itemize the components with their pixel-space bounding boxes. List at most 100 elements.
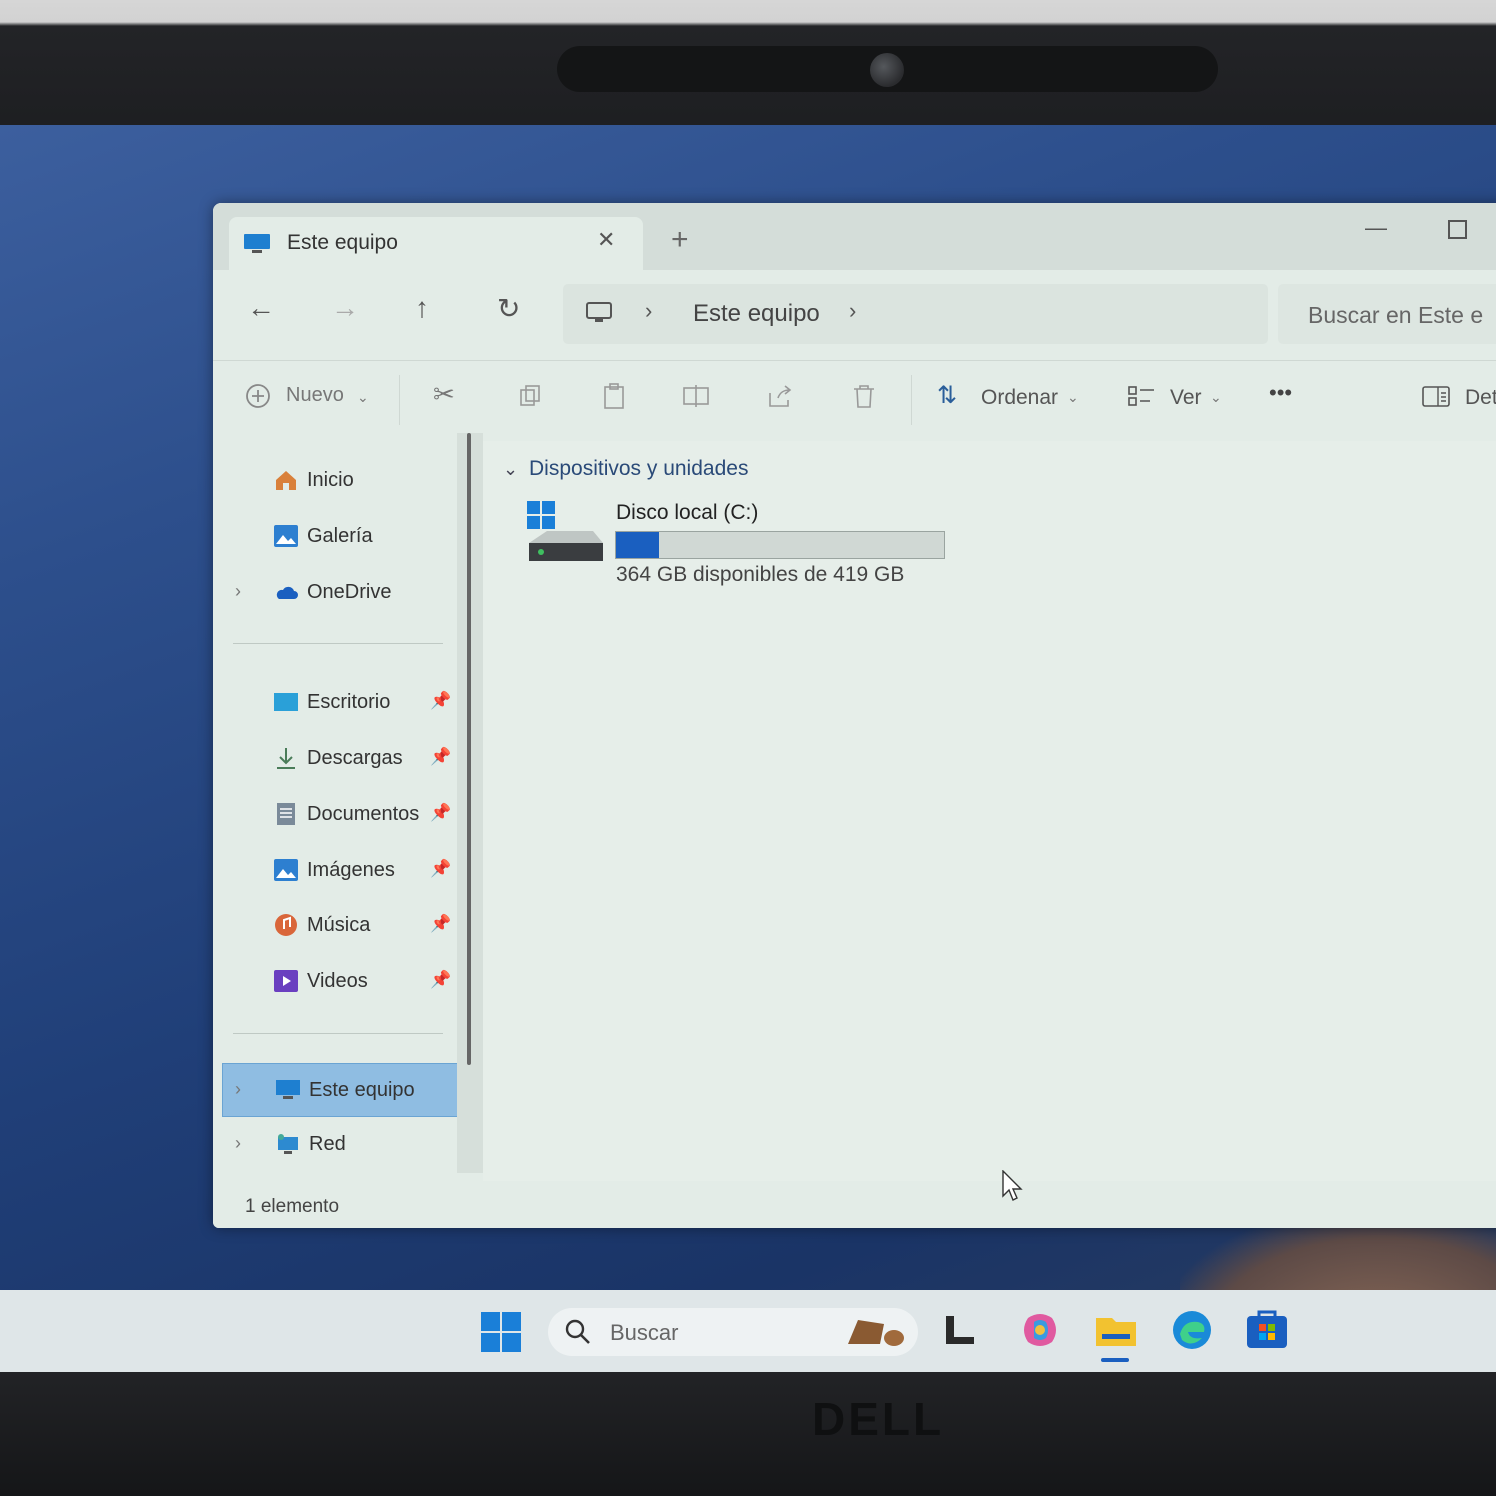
pin-icon[interactable]: 📌 (430, 914, 451, 934)
pin-icon[interactable]: 📌 (430, 803, 451, 823)
pictures-icon (274, 859, 298, 881)
pin-icon[interactable]: 📌 (430, 747, 451, 767)
computer-outline-icon (586, 302, 612, 322)
refresh-icon[interactable]: ↻ (497, 292, 520, 325)
download-icon (277, 748, 295, 769)
desktop-screen: Este equipo ✕ + — ← → ↑ ↻ › Este equipo … (0, 125, 1496, 1372)
file-explorer-icon[interactable] (1094, 1308, 1138, 1352)
navigation-bar: ← → ↑ ↻ › Este equipo › Buscar en Este e (213, 270, 1496, 360)
sidebar-item-label: Música (307, 913, 371, 936)
command-bar: Nuevo ⌄ ✂ ⇅ Ordenar ⌄ Ver ⌄ ••• Det (213, 360, 1496, 442)
sidebar-item-label: Escritorio (307, 690, 391, 713)
item-count: 1 elemento (245, 1196, 340, 1217)
breadcrumb-chevron-icon[interactable]: › (645, 298, 652, 324)
drive-usage-bar (615, 531, 945, 559)
share-icon[interactable] (765, 381, 795, 411)
delete-icon[interactable] (849, 381, 879, 411)
microsoft-store-icon[interactable] (1245, 1308, 1289, 1352)
sidebar-item-inicio[interactable]: Inicio (273, 457, 354, 503)
pin-icon[interactable]: 📌 (430, 691, 451, 711)
sidebar-item-galeria[interactable]: Galería (273, 513, 373, 559)
tab-este-equipo[interactable]: Este equipo ✕ (229, 217, 643, 272)
file-view: ⌄ Dispositivos y unidades Disco local (C… (483, 441, 1496, 1181)
search-input[interactable]: Buscar en Este e (1278, 284, 1496, 344)
sidebar-item-label: Videos (307, 969, 368, 992)
taskbar: Buscar (0, 1290, 1496, 1372)
network-icon (278, 1134, 298, 1154)
taskbar-search-input[interactable]: Buscar (548, 1308, 918, 1356)
view-icon (1128, 386, 1154, 406)
title-bar: Este equipo ✕ + — (213, 203, 1496, 272)
sidebar-item-label: OneDrive (307, 580, 392, 603)
breadcrumb[interactable]: Este equipo (693, 300, 820, 328)
sidebar-item-musica[interactable]: Música (273, 902, 370, 948)
windows-start-icon[interactable] (481, 1312, 521, 1352)
search-placeholder: Buscar en Este e (1308, 302, 1484, 328)
expand-chevron-icon[interactable]: › (235, 581, 241, 602)
drive-name[interactable]: Disco local (C:) (616, 501, 758, 525)
details-button[interactable]: Det (1465, 386, 1496, 410)
address-bar[interactable]: › Este equipo › (563, 284, 1268, 344)
mouse-cursor-icon (1002, 1170, 1023, 1201)
back-icon[interactable]: ← (247, 292, 275, 324)
pin-icon[interactable]: 📌 (430, 859, 451, 879)
rename-icon[interactable] (681, 381, 711, 411)
drive-icon[interactable] (527, 501, 607, 571)
new-tab-button[interactable]: + (671, 223, 689, 257)
video-icon (274, 970, 298, 992)
taskbar-search-placeholder: Buscar (610, 1320, 679, 1345)
sidebar-item-documentos[interactable]: Documentos (273, 791, 419, 837)
copy-icon[interactable] (515, 381, 545, 411)
sort-button[interactable]: Ordenar (981, 386, 1058, 410)
collapse-chevron-icon[interactable]: ⌄ (503, 459, 518, 480)
cut-icon[interactable]: ✂ (433, 379, 455, 410)
breadcrumb-chevron-icon[interactable]: › (849, 298, 856, 324)
status-bar: 1 elemento (213, 1188, 1496, 1228)
sidebar-item-label: Documentos (307, 802, 420, 825)
edge-browser-icon[interactable] (1170, 1308, 1214, 1352)
up-icon[interactable]: ↑ (415, 292, 429, 324)
sidebar-item-videos[interactable]: Videos (273, 958, 368, 1004)
home-icon (276, 471, 296, 490)
sidebar-item-descargas[interactable]: Descargas (273, 735, 403, 781)
close-tab-icon[interactable]: ✕ (597, 227, 615, 253)
sidebar-item-red[interactable]: Red (275, 1121, 346, 1167)
maximize-button[interactable] (1448, 220, 1467, 239)
gallery-icon (274, 525, 298, 547)
pin-icon[interactable]: 📌 (430, 970, 451, 990)
new-button[interactable]: Nuevo (286, 384, 344, 407)
expand-chevron-icon[interactable]: › (235, 1079, 241, 1100)
laptop-bezel-bottom (0, 1372, 1496, 1496)
sidebar-divider (233, 643, 443, 644)
document-icon (277, 803, 295, 825)
sidebar-divider (233, 1033, 443, 1034)
expand-chevron-icon[interactable]: › (235, 1133, 241, 1154)
sidebar-item-este-equipo[interactable]: Este equipo (275, 1067, 415, 1113)
paste-icon[interactable] (599, 381, 629, 411)
toolbar-divider (399, 375, 400, 425)
webcam (870, 53, 904, 87)
active-app-indicator (1101, 1358, 1129, 1362)
chevron-down-icon: ⌄ (1210, 389, 1222, 405)
view-button[interactable]: Ver (1170, 386, 1202, 410)
computer-icon (276, 1080, 300, 1099)
copilot-icon[interactable] (1018, 1308, 1062, 1352)
minimize-button[interactable]: — (1365, 215, 1387, 241)
chevron-down-icon: ⌄ (1067, 389, 1079, 405)
sidebar-item-imagenes[interactable]: Imágenes (273, 847, 395, 893)
sidebar-item-escritorio[interactable]: Escritorio (273, 679, 390, 725)
forward-icon[interactable]: → (331, 292, 359, 324)
sidebar-item-onedrive[interactable]: OneDrive (273, 569, 391, 615)
sort-icon: ⇅ (937, 382, 958, 409)
more-options-button[interactable]: ••• (1269, 380, 1292, 406)
desktop-icon (274, 693, 298, 711)
sidebar-item-label: Este equipo (309, 1078, 415, 1101)
tab-title: Este equipo (287, 231, 398, 254)
details-pane-icon (1422, 386, 1450, 407)
sidebar-item-label: Descargas (307, 746, 403, 769)
terminal-app-icon[interactable] (938, 1308, 982, 1352)
sidebar-item-label: Inicio (307, 468, 354, 491)
sidebar-scrollbar[interactable] (467, 433, 471, 1065)
group-header[interactable]: Dispositivos y unidades (529, 457, 748, 481)
cloud-icon (276, 586, 298, 599)
